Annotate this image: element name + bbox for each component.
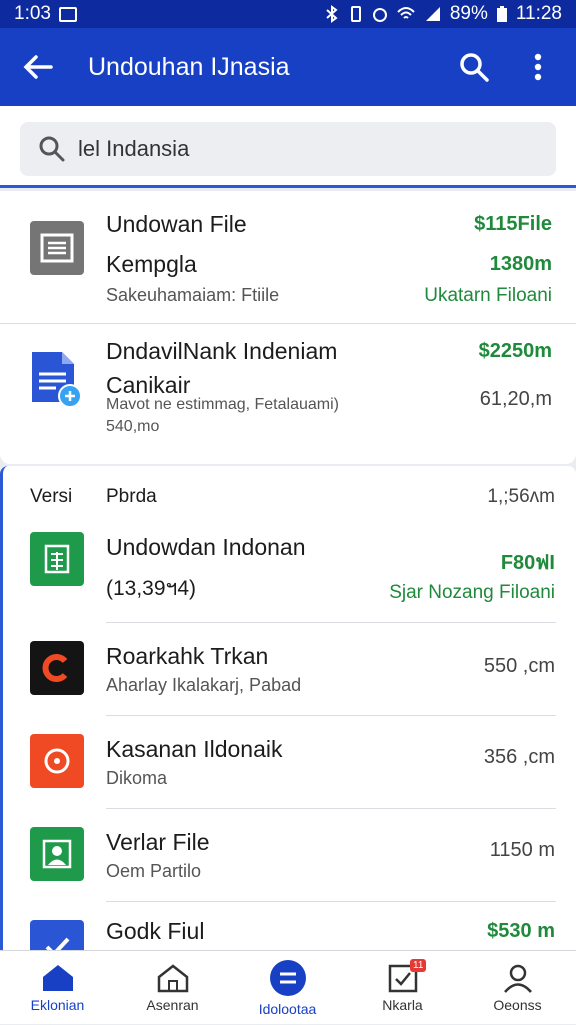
search-bar[interactable] [20, 122, 556, 176]
status-bar: 1:03 89% 11:28 [0, 0, 576, 28]
item-name: Godk Fiul [106, 918, 205, 944]
item-name: Verlar File [106, 829, 210, 855]
item-subtitle: Aharlay Ikalakarj, Pabad [106, 675, 302, 695]
search-button[interactable] [454, 47, 494, 87]
list-item[interactable]: Godk Fiul $530 m [3, 902, 576, 950]
file-card-1: Undowan File Kempgla Sakeuhamaiam: Ftiil… [0, 191, 576, 464]
document-icon [30, 221, 84, 275]
contact-icon [30, 827, 84, 881]
nav-item-home[interactable]: Eklonian [0, 951, 115, 1025]
home-icon [42, 965, 73, 991]
more-options-button[interactable] [518, 47, 558, 87]
item-name: Kasanan Ildonaik [106, 736, 283, 762]
nav-label: Nkarla [382, 997, 423, 1013]
item-status: Ukatarn Filoani [424, 285, 552, 306]
item-name: Undowdan Indonan [106, 534, 306, 560]
sheets-icon [30, 532, 84, 586]
house-icon [157, 964, 188, 993]
item-status: Sjar Nozang Filoani [389, 582, 555, 603]
item-price: $530 m [487, 920, 555, 942]
item-price: $115File [474, 213, 552, 235]
item-subtitle-2: 540,mo [106, 418, 160, 435]
item-price: F80ฟI [500, 552, 555, 574]
list-item[interactable]: Undowan File Kempgla Sakeuhamaiam: Ftiil… [0, 191, 576, 323]
nav-label: Asenran [146, 997, 199, 1013]
list-item[interactable]: DndavilNank Indeniam Canikair Mavot ne e… [0, 324, 576, 464]
arrow-left-icon [23, 55, 53, 79]
nav-item-center[interactable]: Idolootaa [230, 951, 345, 1025]
signal-icon [425, 7, 440, 21]
file-card-2: Versi Pbrda 1,;56ʌm Undowdan Indonan (13… [0, 466, 576, 950]
header-size: 1,;56ʌm [487, 486, 555, 507]
bottom-nav: Eklonian Asenran Idolootaa 11 Nkarla Oeo… [0, 950, 576, 1024]
notification-badge: 11 [410, 959, 427, 972]
item-size: 61,20,m [479, 388, 552, 410]
item-size: 1380m [489, 253, 552, 275]
list-item[interactable]: Roarkahk Trkan Aharlay Ikalakarj, Pabad … [3, 623, 576, 715]
list-item[interactable]: Kasanan Ildonaik Dikoma 356 ,cm [3, 716, 576, 808]
list-header: Versi Pbrda 1,;56ʌm [3, 466, 576, 528]
battery-percent: 89% [449, 3, 488, 24]
more-vert-icon [534, 53, 542, 81]
item-name-2: Canikair [106, 372, 191, 398]
item-subtitle: Mavot ne estimmag, Fetalauami) [106, 396, 339, 413]
header-version: Versi [30, 486, 73, 507]
battery-icon [496, 6, 507, 22]
item-size: 550 ,cm [483, 655, 555, 677]
app-bar: Undouhan IJnasia [0, 28, 576, 106]
item-name: DndavilNank Indeniam [106, 338, 338, 364]
item-subtitle: Sakeuhamaiam: Ftiile [106, 285, 280, 305]
item-size: 1150 m [489, 839, 555, 861]
notification-icon [58, 6, 77, 22]
search-section [0, 106, 576, 188]
wifi-icon [397, 7, 415, 19]
item-subtitle: Dikoma [106, 768, 168, 788]
bluetooth-icon [326, 5, 338, 23]
alarm-icon [372, 8, 387, 22]
item-subtitle: Oem Partilo [106, 861, 202, 881]
app-icon [30, 641, 84, 695]
vibrate-icon [350, 6, 361, 22]
record-icon [30, 734, 84, 788]
nav-label: Idolootaa [258, 1001, 317, 1017]
search-input[interactable] [78, 136, 518, 162]
status-clock: 11:28 [515, 3, 562, 24]
header-product: Pbrda [106, 486, 157, 507]
page-title: Undouhan IJnasia [88, 52, 290, 81]
nav-item-house[interactable]: Asenran [115, 951, 230, 1025]
search-icon [460, 53, 489, 82]
docs-icon [30, 350, 80, 410]
search-icon [39, 136, 65, 162]
nav-label: Oeonss [493, 997, 542, 1013]
item-size: 356 ,cm [483, 746, 555, 768]
item-name: Undowan File [106, 211, 247, 237]
list-item[interactable]: Undowdan Indonan (13,39ฯ4) F80ฟI Sjar No… [3, 528, 576, 622]
list-item[interactable]: Verlar File Oem Partilo 1150 m [3, 809, 576, 901]
item-name: Roarkahk Trkan [106, 643, 269, 669]
nav-label: Eklonian [30, 997, 85, 1013]
status-time: 1:03 [14, 3, 51, 24]
nav-item-profile[interactable]: Oeonss [460, 951, 575, 1025]
nav-item-inbox[interactable]: 11 Nkarla [345, 951, 460, 1025]
back-button[interactable] [18, 47, 58, 87]
check-icon [30, 920, 84, 950]
item-price: $2250m [478, 340, 552, 362]
item-name-2: Kempgla [106, 251, 197, 277]
item-subtitle: (13,39ฯ4) [106, 577, 197, 600]
person-icon [503, 964, 532, 993]
equal-icon [269, 960, 306, 996]
